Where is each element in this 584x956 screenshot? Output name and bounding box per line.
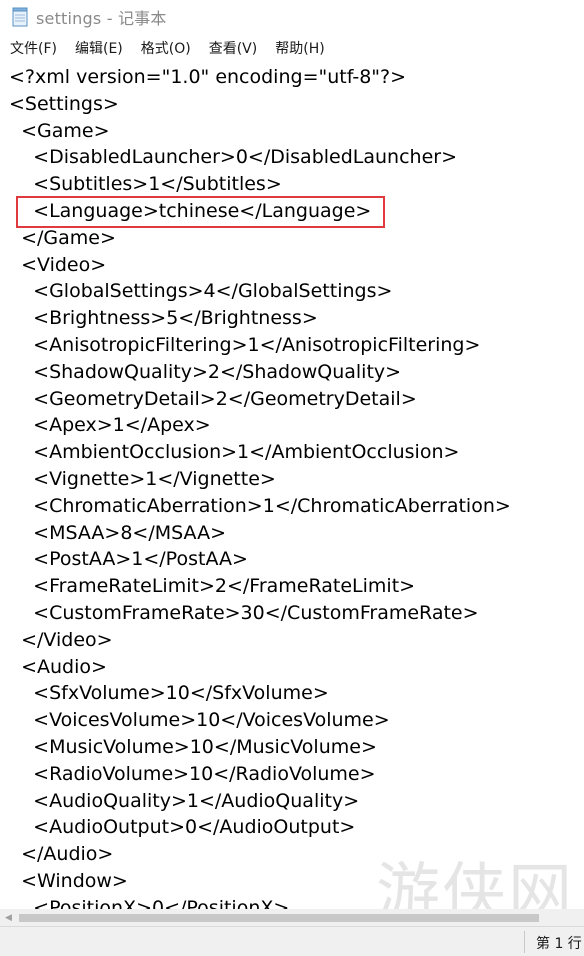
editor-line: <GlobalSettings>4</GlobalSettings> bbox=[9, 280, 393, 303]
editor-content: <?xml version="1.0" encoding="utf-8"?> <… bbox=[9, 64, 511, 909]
editor-line: <AudioQuality>1</AudioQuality> bbox=[9, 789, 360, 812]
menu-edit[interactable]: 编辑(E) bbox=[75, 38, 123, 58]
notepad-icon bbox=[12, 7, 28, 27]
editor-line: <AnisotropicFiltering>1</AnisotropicFilt… bbox=[9, 333, 481, 356]
menu-file[interactable]: 文件(F) bbox=[10, 38, 57, 58]
editor-line: <SfxVolume>10</SfxVolume> bbox=[9, 682, 329, 705]
editor-line: <AmbientOcclusion>1</AmbientOcclusion> bbox=[9, 441, 460, 464]
language-highlight-box bbox=[16, 196, 385, 228]
editor-line: <AudioOutput>0</AudioOutput> bbox=[9, 816, 356, 839]
editor-line: <ChromaticAberration>1</ChromaticAberrat… bbox=[9, 494, 511, 517]
title-bar: settings - 记事本 bbox=[0, 0, 584, 34]
editor-line: <Vignette>1</Vignette> bbox=[9, 467, 276, 490]
editor-line: <GeometryDetail>2</GeometryDetail> bbox=[9, 387, 417, 410]
editor-line: <DisabledLauncher>0</DisabledLauncher> bbox=[9, 146, 458, 169]
editor-line: <RadioVolume>10</RadioVolume> bbox=[9, 762, 376, 785]
status-bar: 第 1 行 bbox=[0, 926, 584, 956]
editor-line: <VoicesVolume>10</VoicesVolume> bbox=[9, 709, 390, 732]
editor-line: <Audio> bbox=[9, 655, 107, 678]
editor-line: <Apex>1</Apex> bbox=[9, 414, 211, 437]
editor-line: <?xml version="1.0" encoding="utf-8"?> bbox=[9, 66, 407, 88]
editor-line: <ShadowQuality>2</ShadowQuality> bbox=[9, 360, 402, 383]
editor-line: <Subtitles>1</Subtitles> bbox=[9, 173, 282, 196]
watermark-logo: 游侠网 bbox=[376, 857, 574, 909]
editor-line: <FrameRateLimit>2</FrameRateLimit> bbox=[9, 575, 416, 598]
editor-line: </Video> bbox=[9, 628, 113, 651]
editor-line: <CustomFrameRate>30</CustomFrameRate> bbox=[9, 601, 479, 624]
cursor-position: 第 1 行 bbox=[536, 936, 582, 952]
editor-line: <MSAA>8</MSAA> bbox=[9, 521, 226, 544]
text-editor-area[interactable]: <?xml version="1.0" encoding="utf-8"?> <… bbox=[0, 62, 584, 909]
window-title: settings - 记事本 bbox=[36, 9, 167, 28]
status-divider bbox=[524, 931, 525, 953]
menu-format[interactable]: 格式(O) bbox=[141, 38, 191, 58]
scroll-left-arrow-icon[interactable]: ◀ bbox=[0, 909, 17, 926]
editor-line: <Settings> bbox=[9, 92, 119, 115]
editor-line: <Brightness>5</Brightness> bbox=[9, 307, 318, 330]
editor-line: <Game> bbox=[9, 119, 110, 142]
editor-line: <MusicVolume>10</MusicVolume> bbox=[9, 735, 377, 758]
menu-bar: 文件(F) 编辑(E) 格式(O) 查看(V) 帮助(H) bbox=[0, 34, 584, 62]
scrollbar-thumb[interactable] bbox=[19, 913, 539, 922]
horizontal-scrollbar[interactable]: ◀ bbox=[0, 909, 584, 926]
menu-view[interactable]: 查看(V) bbox=[209, 38, 258, 58]
editor-line: <Video> bbox=[9, 253, 107, 276]
editor-line: </Game> bbox=[9, 226, 116, 249]
editor-line: <PostAA>1</PostAA> bbox=[9, 548, 248, 571]
menu-help[interactable]: 帮助(H) bbox=[275, 38, 324, 58]
